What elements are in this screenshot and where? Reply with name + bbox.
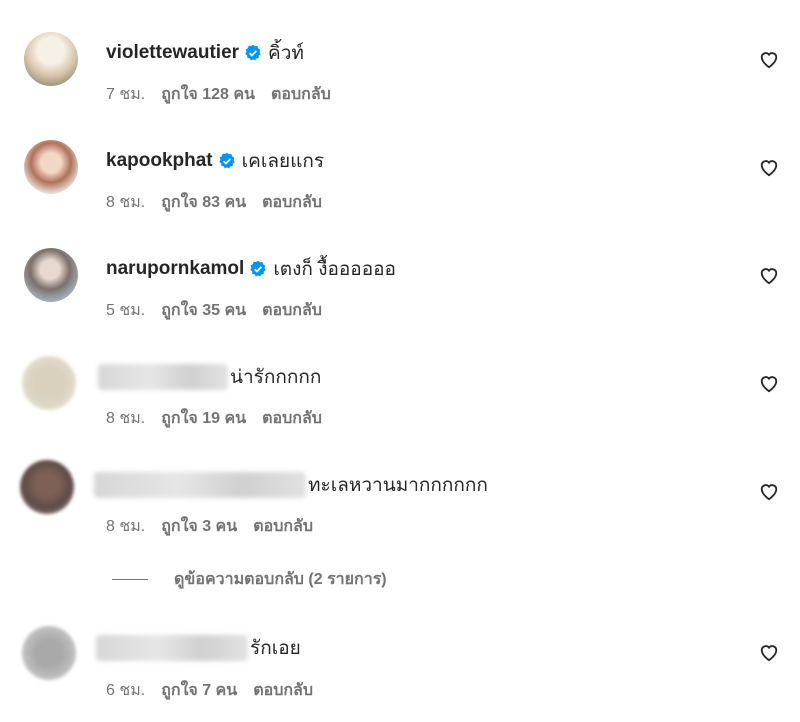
comment-time[interactable]: 5 ชม. bbox=[106, 298, 145, 323]
reply-button[interactable]: ตอบกลับ bbox=[262, 406, 322, 431]
verified-badge-icon bbox=[250, 260, 267, 277]
comment-text: เตงก็ งื้ออออออ bbox=[273, 259, 396, 280]
comment-item: รักเอย 6 ชม. ถูกใจ 7 คน ตอบกลับ bbox=[0, 596, 800, 699]
comment-text: ทะเลหวานมากกกกกก bbox=[308, 475, 488, 496]
comment-likes[interactable]: ถูกใจ 19 คน bbox=[161, 406, 246, 431]
heart-outline-icon[interactable] bbox=[758, 373, 780, 393]
reply-button[interactable]: ตอบกลับ bbox=[253, 514, 313, 539]
comment-item: น่ารักกกกก 8 ชม. ถูกใจ 19 คน ตอบกลับ bbox=[0, 324, 800, 427]
avatar[interactable] bbox=[22, 626, 76, 680]
reply-button[interactable]: ตอบกลับ bbox=[271, 82, 331, 107]
reply-button[interactable]: ตอบกลับ bbox=[262, 190, 322, 215]
heart-outline-icon[interactable] bbox=[758, 49, 780, 69]
verified-badge-icon bbox=[218, 152, 235, 169]
blurred-username[interactable] bbox=[96, 635, 248, 661]
comment-likes[interactable]: ถูกใจ 7 คน bbox=[161, 678, 237, 703]
comment-item: ทะเลหวานมากกกกกก 8 ชม. ถูกใจ 3 คน ตอบกลั… bbox=[0, 432, 800, 535]
comment-username[interactable]: kapookphat bbox=[106, 150, 213, 172]
heart-outline-icon[interactable] bbox=[758, 157, 780, 177]
comment-time[interactable]: 8 ชม. bbox=[106, 190, 145, 215]
comment-text: เคเลยแกร bbox=[241, 151, 325, 172]
avatar[interactable] bbox=[24, 248, 78, 302]
comment-item: narupornkamol เตงก็ งื้ออออออ 5 ชม. ถูกใ… bbox=[0, 216, 800, 319]
comment-likes[interactable]: ถูกใจ 3 คน bbox=[161, 514, 237, 539]
blurred-username[interactable] bbox=[98, 364, 228, 390]
comment-text: รักเอย bbox=[250, 638, 301, 659]
verified-badge-icon bbox=[245, 44, 261, 61]
heart-outline-icon[interactable] bbox=[758, 265, 780, 285]
comment-username[interactable]: narupornkamol bbox=[106, 258, 244, 280]
comment-username[interactable]: violettewautier bbox=[106, 42, 239, 64]
comment-likes[interactable]: ถูกใจ 128 คน bbox=[161, 82, 255, 107]
reply-button[interactable]: ตอบกลับ bbox=[262, 298, 322, 323]
comment-likes[interactable]: ถูกใจ 83 คน bbox=[161, 190, 246, 215]
comment-text: คิ้วท์ bbox=[268, 43, 304, 64]
comment-text: น่ารักกกกก bbox=[230, 367, 322, 388]
heart-outline-icon[interactable] bbox=[758, 642, 780, 662]
comment-item: violettewautier คิ้วท์ 7 ชม. ถูกใจ 128 ค… bbox=[0, 0, 800, 103]
comment-item: kapookphat เคเลยแกร 8 ชม. ถูกใจ 83 คน ตอ… bbox=[0, 108, 800, 211]
comment-time[interactable]: 7 ชม. bbox=[106, 82, 145, 107]
comment-time[interactable]: 8 ชม. bbox=[106, 514, 145, 539]
reply-button[interactable]: ตอบกลับ bbox=[253, 678, 313, 703]
comment-likes[interactable]: ถูกใจ 35 คน bbox=[161, 298, 246, 323]
avatar[interactable] bbox=[24, 32, 78, 86]
view-replies-label: ดูข้อความตอบกลับ (2 รายการ) bbox=[174, 571, 387, 588]
comment-time[interactable]: 6 ชม. bbox=[106, 678, 145, 703]
heart-outline-icon[interactable] bbox=[758, 481, 780, 501]
avatar[interactable] bbox=[22, 356, 76, 410]
avatar[interactable] bbox=[20, 460, 74, 514]
avatar[interactable] bbox=[24, 140, 78, 194]
blurred-username[interactable] bbox=[94, 472, 306, 498]
replies-divider bbox=[112, 579, 148, 580]
view-replies-button[interactable]: ดูข้อความตอบกลับ (2 รายการ) bbox=[112, 567, 387, 592]
comment-time[interactable]: 8 ชม. bbox=[106, 406, 145, 431]
